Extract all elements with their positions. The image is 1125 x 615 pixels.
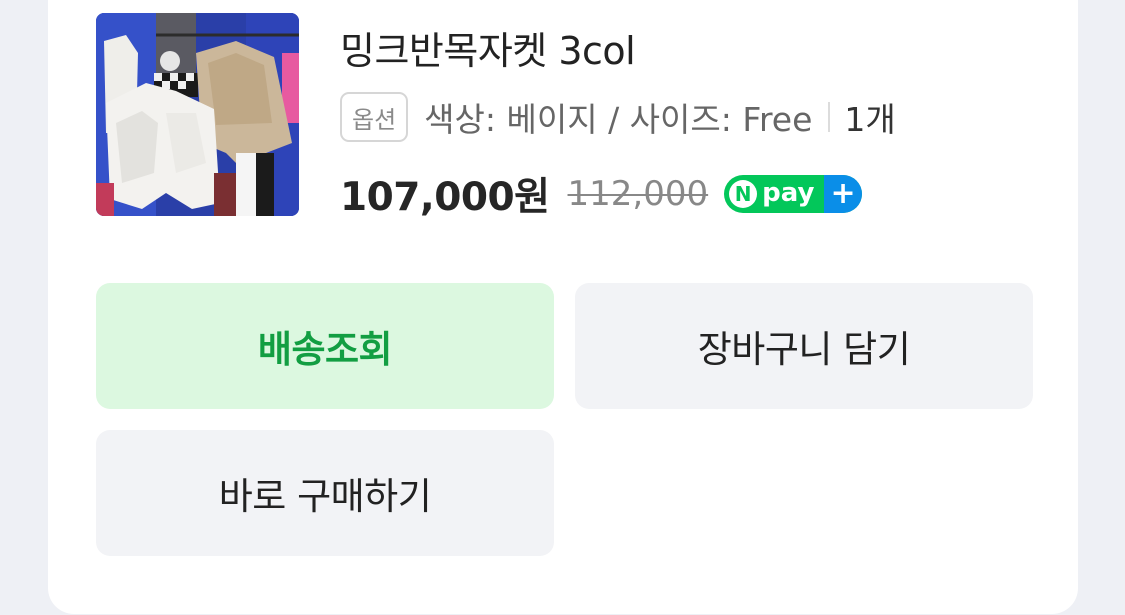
product-thumbnail[interactable] <box>96 13 299 216</box>
track-delivery-button[interactable]: 배송조회 <box>96 283 554 409</box>
sale-price: 107,000원 <box>340 175 550 220</box>
option-badge: 옵션 <box>340 92 409 142</box>
quantity-text: 1개 <box>844 100 896 139</box>
price-row: 107,000원 112,000 N pay + <box>340 166 863 222</box>
product-photo-icon <box>96 13 299 216</box>
buy-now-button[interactable]: 바로 구매하기 <box>96 430 554 556</box>
option-divider <box>828 102 831 132</box>
option-text: 색상: 베이지 / 사이즈: Free <box>424 100 813 139</box>
product-title[interactable]: 밍크반목자켓 3col <box>340 20 636 75</box>
product-option-row: 옵션 색상: 베이지 / 사이즈: Free 1개 <box>340 92 896 142</box>
npay-plus-logo: N pay + <box>724 175 863 213</box>
add-to-cart-button[interactable]: 장바구니 담기 <box>575 283 1033 409</box>
plus-icon: + <box>824 175 863 213</box>
npay-text: pay <box>762 178 815 208</box>
npay-n-icon: N <box>729 180 758 208</box>
original-price: 112,000 <box>567 174 709 214</box>
